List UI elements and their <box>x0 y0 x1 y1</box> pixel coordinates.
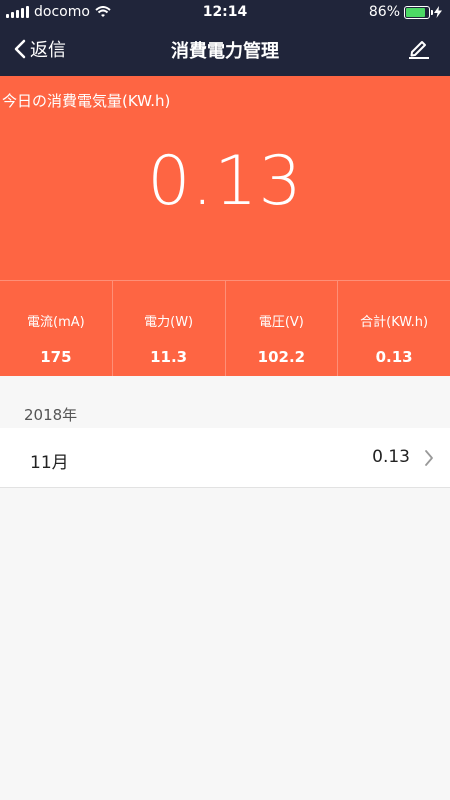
summary-value: 0.13 <box>147 142 303 221</box>
usage-summary: 今日の消費電気量(KW.h) 0.13 <box>0 76 450 280</box>
charging-icon <box>434 6 442 18</box>
nav-bar: 返信 消費電力管理 <box>0 24 450 76</box>
page-title: 消費電力管理 <box>171 41 279 62</box>
stat-value: 11.3 <box>150 348 188 366</box>
stat-value: 0.13 <box>375 348 413 366</box>
chevron-right-icon <box>425 450 433 466</box>
stat-power: 電力(W) 11.3 <box>113 281 226 376</box>
stats-row: 電流(mA) 175 電力(W) 11.3 電圧(V) 102.2 合計(KW.… <box>0 280 450 376</box>
stat-label: 電圧(V) <box>258 315 304 330</box>
stat-label: 電流(mA) <box>27 315 85 330</box>
stat-label: 合計(KW.h) <box>360 315 429 330</box>
summary-label: 今日の消費電気量(KW.h) <box>2 92 171 110</box>
year-header: 2018年 <box>24 406 78 424</box>
stat-total: 合計(KW.h) 0.13 <box>338 281 450 376</box>
stat-current: 電流(mA) 175 <box>0 281 113 376</box>
stat-value: 175 <box>40 348 72 366</box>
battery-percent: 86% <box>368 4 400 20</box>
month-label: 11月 <box>30 453 69 473</box>
battery-icon <box>404 5 433 19</box>
edit-button[interactable] <box>408 37 430 63</box>
header: docomo 12:14 86% 返信 消費電力管理 <box>0 0 450 76</box>
status-bar: docomo 12:14 86% <box>0 0 450 24</box>
list-item-month[interactable]: 11月 0.13 <box>0 428 450 488</box>
stat-voltage: 電圧(V) 102.2 <box>226 281 339 376</box>
stat-label: 電力(W) <box>144 315 194 330</box>
month-value: 0.13 <box>372 447 410 467</box>
pencil-icon <box>409 41 429 59</box>
stat-value: 102.2 <box>257 348 306 366</box>
